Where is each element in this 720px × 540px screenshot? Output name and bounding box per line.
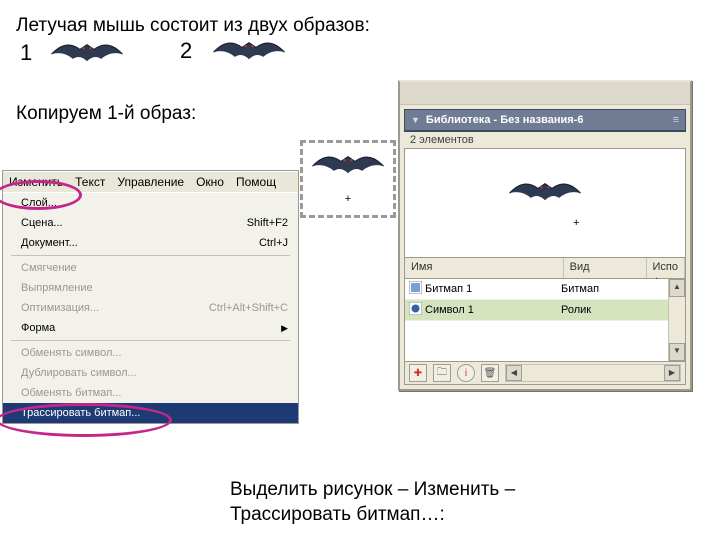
scroll-up-icon[interactable]: ▲ bbox=[669, 279, 685, 297]
library-panel: ▼ Библиотека - Без названия-6 ≡ 2 элемен… bbox=[398, 80, 692, 391]
scroll-right-icon[interactable]: ▶ bbox=[664, 365, 680, 381]
mi-swap-bitmap: Обменять битмап... bbox=[3, 383, 298, 403]
scroll-down-icon[interactable]: ▼ bbox=[669, 343, 685, 361]
bottom-instruction: Выделить рисунок – Изменить – Трассирова… bbox=[230, 478, 700, 527]
menu-window[interactable]: Окно bbox=[190, 173, 230, 191]
mi-swap-symbol: Обменять символ... bbox=[3, 343, 298, 363]
bat-icon bbox=[204, 38, 294, 64]
selection-marquee: + bbox=[300, 140, 396, 218]
menu-help[interactable]: Помощ bbox=[230, 173, 282, 191]
library-footer: ✚ 🗀 i 🗑 ◀ ▶ bbox=[404, 362, 686, 385]
bat-variant-1: 1 bbox=[20, 40, 132, 66]
mi-optimize: Оптимизация...Ctrl+Alt+Shift+C bbox=[3, 298, 298, 318]
chevron-right-icon: ▶ bbox=[281, 323, 288, 334]
bitmap-icon bbox=[405, 281, 425, 297]
title-text: Летучая мышь состоит из двух образов: bbox=[16, 14, 370, 39]
col-use[interactable]: Испо ▲ bbox=[647, 258, 685, 278]
list-item[interactable]: Битмап 1 Битмап bbox=[405, 279, 685, 300]
item-name: Символ 1 bbox=[425, 304, 561, 316]
item-type: Битмап bbox=[561, 283, 633, 295]
collapse-triangle-icon[interactable]: ▼ bbox=[411, 115, 420, 125]
copy-instruction: Копируем 1-й образ: bbox=[16, 102, 196, 127]
label-1: 1 bbox=[20, 40, 32, 66]
delete-button[interactable]: 🗑 bbox=[481, 364, 499, 382]
item-name: Битмап 1 bbox=[425, 283, 561, 295]
menu-bar: Изменить Текст Управление Окно Помощ bbox=[3, 171, 298, 193]
item-type: Ролик bbox=[561, 304, 633, 316]
library-title: Библиотека - Без названия-6 bbox=[426, 114, 673, 126]
mi-scene[interactable]: Сцена...Shift+F2 bbox=[3, 213, 298, 233]
mi-document[interactable]: Документ...Ctrl+J bbox=[3, 233, 298, 253]
library-list: Битмап 1 Битмап Символ 1 Ролик ▲ ▼ bbox=[404, 279, 686, 362]
col-view[interactable]: Вид bbox=[564, 258, 647, 278]
registration-cross-icon: + bbox=[573, 217, 579, 229]
movieclip-icon bbox=[405, 302, 425, 318]
library-header: Имя Вид Испо ▲ bbox=[404, 258, 686, 279]
menu-edit[interactable]: Изменить bbox=[3, 173, 69, 191]
mi-layer[interactable]: Слой... bbox=[3, 193, 298, 213]
list-item[interactable]: Символ 1 Ролик bbox=[405, 300, 685, 321]
bat-icon bbox=[504, 179, 586, 205]
properties-button[interactable]: i bbox=[457, 364, 475, 382]
bat-variant-2: 2 bbox=[180, 38, 294, 64]
mi-soften: Смягчение bbox=[3, 258, 298, 278]
menu-control[interactable]: Управление bbox=[111, 173, 190, 191]
mi-trace-bitmap[interactable]: Трассировать битмап... bbox=[3, 403, 298, 423]
library-count: 2 элементов bbox=[404, 131, 686, 148]
panel-menu-icon[interactable]: ≡ bbox=[673, 114, 679, 126]
bat-icon bbox=[309, 152, 387, 178]
mi-shape[interactable]: Форма▶ bbox=[3, 318, 298, 338]
label-2: 2 bbox=[180, 38, 192, 64]
registration-cross-icon: + bbox=[345, 193, 351, 205]
horizontal-scrollbar[interactable]: ◀ ▶ bbox=[505, 364, 681, 382]
mi-duplicate-symbol: Дублировать символ... bbox=[3, 363, 298, 383]
edit-dropdown: Слой... Сцена...Shift+F2 Документ...Ctrl… bbox=[3, 193, 298, 423]
menu-text[interactable]: Текст bbox=[69, 173, 111, 191]
vertical-scrollbar[interactable]: ▲ ▼ bbox=[668, 279, 685, 361]
editor-window: Изменить Текст Управление Окно Помощ Сло… bbox=[2, 170, 299, 424]
panel-gripper[interactable] bbox=[400, 82, 690, 105]
mi-straighten: Выпрямление bbox=[3, 278, 298, 298]
bat-icon bbox=[42, 40, 132, 66]
new-folder-button[interactable]: 🗀 bbox=[433, 364, 451, 382]
new-symbol-button[interactable]: ✚ bbox=[409, 364, 427, 382]
scroll-left-icon[interactable]: ◀ bbox=[506, 365, 522, 381]
col-name[interactable]: Имя bbox=[405, 258, 564, 278]
library-preview: + bbox=[404, 148, 686, 258]
